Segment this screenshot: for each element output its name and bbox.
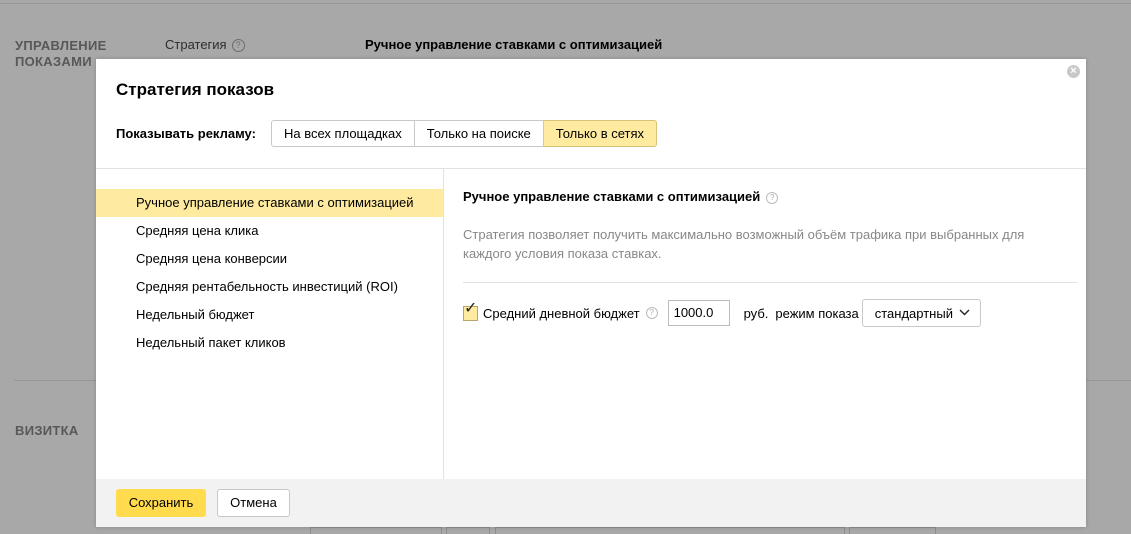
strategy-list-item[interactable]: Недельный пакет кликов	[96, 329, 443, 357]
strategy-list-item[interactable]: Средняя цена конверсии	[96, 245, 443, 273]
strategy-list-item[interactable]: Средняя рентабельность инвестиций (ROI)	[96, 273, 443, 301]
daily-budget-row: ✓ Средний дневной бюджет ? 1000.0 руб. р…	[463, 299, 981, 327]
strategy-detail-title-text: Ручное управление ставками с оптимизацие…	[463, 189, 761, 204]
strategy-list-item[interactable]: Недельный бюджет	[96, 301, 443, 329]
section-label-business-card: ВИЗИТКА	[15, 423, 79, 438]
cancel-button[interactable]: Отмена	[217, 489, 290, 517]
dialog-footer: Сохранить Отмена	[96, 479, 1086, 527]
strategy-list: Ручное управление ставками с оптимизацие…	[96, 189, 443, 357]
display-mode-label: режим показа	[775, 305, 859, 321]
checkmark-icon: ✓	[464, 299, 478, 317]
background-top-divider	[0, 3, 1131, 4]
save-button[interactable]: Сохранить	[116, 489, 206, 517]
currency-label: руб.	[743, 305, 769, 321]
show-ads-label: Показывать рекламу:	[116, 126, 256, 141]
strategy-detail-title: Ручное управление ставками с оптимизацие…	[463, 189, 779, 204]
display-mode-select[interactable]: стандартный	[861, 299, 981, 327]
help-icon[interactable]: ?	[766, 192, 779, 204]
daily-budget-help-icon[interactable]: ?	[645, 307, 658, 319]
daily-budget-label: Средний дневной бюджет	[483, 305, 640, 321]
daily-budget-input[interactable]: 1000.0	[667, 300, 730, 326]
placement-option[interactable]: Только на поиске	[414, 120, 544, 147]
strategy-help-icon: ?	[231, 39, 245, 52]
strategy-list-item[interactable]: Ручное управление ставками с оптимизацие…	[96, 189, 443, 217]
strategy-description: Стратегия позволяет получить максимально…	[463, 227, 1025, 261]
chevron-down-icon	[959, 307, 970, 319]
strategy-list-item[interactable]: Средняя цена клика	[96, 217, 443, 245]
placement-segmented-control: На всех площадках Только на поиске Только …	[271, 120, 658, 147]
dialog-title: Стратегия показов	[116, 80, 275, 99]
detail-divider	[463, 282, 1077, 283]
placement-option[interactable]: На всех площадках	[271, 120, 415, 147]
daily-budget-checkbox[interactable]: ✓	[463, 300, 478, 321]
strategy-label-text: Стратегия	[165, 37, 227, 52]
display-mode-value: стандартный	[874, 305, 953, 321]
strategy-list-panel: Ручное управление ставками с оптимизацие…	[96, 169, 444, 479]
close-icon[interactable]: ×	[1067, 65, 1080, 78]
strategy-dialog: × Стратегия показов Показывать рекламу: …	[96, 59, 1086, 527]
strategy-row-label: Стратегия?	[165, 37, 245, 52]
strategy-current-value: Ручное управление ставками с оптимизацие…	[365, 37, 663, 52]
placement-option[interactable]: Только в сетях	[543, 120, 658, 147]
